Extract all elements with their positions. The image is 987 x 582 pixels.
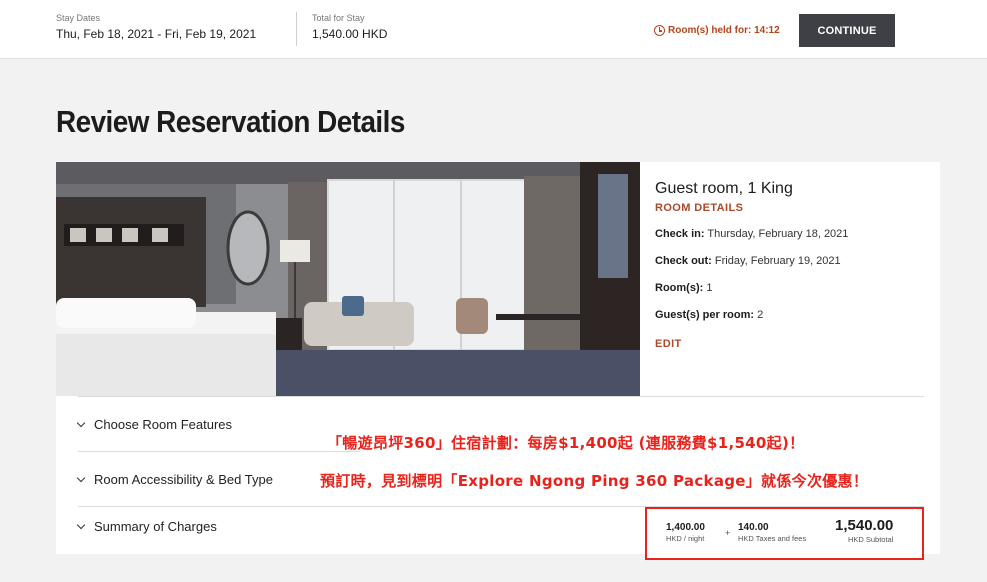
chevron-down-icon — [76, 520, 86, 530]
room-hold-text: Room(s) held for: 14:12 — [668, 25, 780, 36]
chevron-down-icon — [76, 473, 86, 483]
room-type-title: Guest room, 1 King — [655, 180, 793, 197]
continue-button[interactable]: CONTINUE — [799, 14, 895, 47]
checkin-label: Check in: — [655, 228, 705, 240]
checkin-row: Check in: Thursday, February 18, 2021 — [655, 228, 848, 240]
reservation-header: Stay Dates Thu, Feb 18, 2021 - Fri, Feb … — [0, 0, 987, 59]
per-night-charge: 1,400.00 HKD / night — [666, 522, 705, 543]
per-night-label: HKD / night — [666, 534, 705, 543]
taxes-value: 140.00 — [738, 522, 769, 533]
promo-line-2: 預訂時，見到標明「Explore Ngong Ping 360 Package」… — [320, 472, 869, 490]
plus-sign: + — [725, 528, 731, 538]
guests-row: Guest(s) per room: 2 — [655, 309, 763, 321]
taxes-label: HKD Taxes and fees — [738, 534, 807, 543]
reservation-card: Guest room, 1 King ROOM DETAILS Check in… — [56, 162, 940, 554]
subtotal-value: 1,540.00 — [835, 517, 894, 534]
subtotal-charge: 1,540.00 HKD Subtotal — [835, 517, 893, 544]
accordion-label: Choose Room Features — [94, 417, 233, 432]
divider — [78, 451, 360, 452]
rooms-value: 1 — [706, 282, 713, 294]
accordion-summary-of-charges[interactable]: Summary of Charges — [76, 519, 217, 534]
edit-link[interactable]: EDIT — [655, 338, 682, 350]
taxes-charge: 140.00 HKD Taxes and fees — [738, 522, 806, 543]
room-hold-timer: Room(s) held for: 14:12 — [654, 25, 780, 36]
stay-dates-value: Thu, Feb 18, 2021 - Fri, Feb 19, 2021 — [56, 27, 257, 41]
clock-icon — [654, 25, 665, 36]
page-title: Review Reservation Details — [56, 104, 405, 139]
stay-dates-label: Stay Dates — [56, 13, 101, 23]
total-label: Total for Stay — [312, 13, 365, 23]
header-divider — [296, 12, 297, 46]
per-night-value: 1,400.00 — [666, 522, 705, 533]
accordion-room-accessibility[interactable]: Room Accessibility & Bed Type — [76, 472, 273, 487]
promo-line-1: 「暢遊昂坪360」住宿計劃：每房$1,400起 (連服務費$1,540起)！ — [327, 434, 805, 452]
guests-label: Guest(s) per room: — [655, 309, 755, 321]
charges-summary: 1,400.00 HKD / night + 140.00 HKD Taxes … — [645, 507, 924, 560]
checkout-label: Check out: — [655, 255, 712, 267]
accordion-choose-room-features[interactable]: Choose Room Features — [76, 417, 233, 432]
checkout-value: Friday, February 19, 2021 — [714, 255, 841, 267]
total-value: 1,540.00 HKD — [312, 27, 388, 41]
rooms-label: Room(s): — [655, 282, 704, 294]
subtotal-label: HKD Subtotal — [847, 535, 894, 544]
divider — [78, 396, 924, 397]
total-for-stay: Total for Stay 1,540.00 HKD — [312, 13, 387, 41]
room-details-link[interactable]: ROOM DETAILS — [655, 202, 793, 214]
guests-value: 2 — [757, 309, 764, 321]
accordion-label: Room Accessibility & Bed Type — [94, 472, 273, 487]
room-summary: Guest room, 1 King ROOM DETAILS Check in… — [655, 180, 848, 350]
stay-dates: Stay Dates Thu, Feb 18, 2021 - Fri, Feb … — [56, 13, 256, 41]
accordion-label: Summary of Charges — [94, 519, 217, 534]
rooms-row: Room(s): 1 — [655, 282, 712, 294]
chevron-down-icon — [76, 418, 86, 428]
room-photo — [56, 162, 640, 396]
checkin-value: Thursday, February 18, 2021 — [707, 228, 849, 240]
checkout-row: Check out: Friday, February 19, 2021 — [655, 255, 841, 267]
